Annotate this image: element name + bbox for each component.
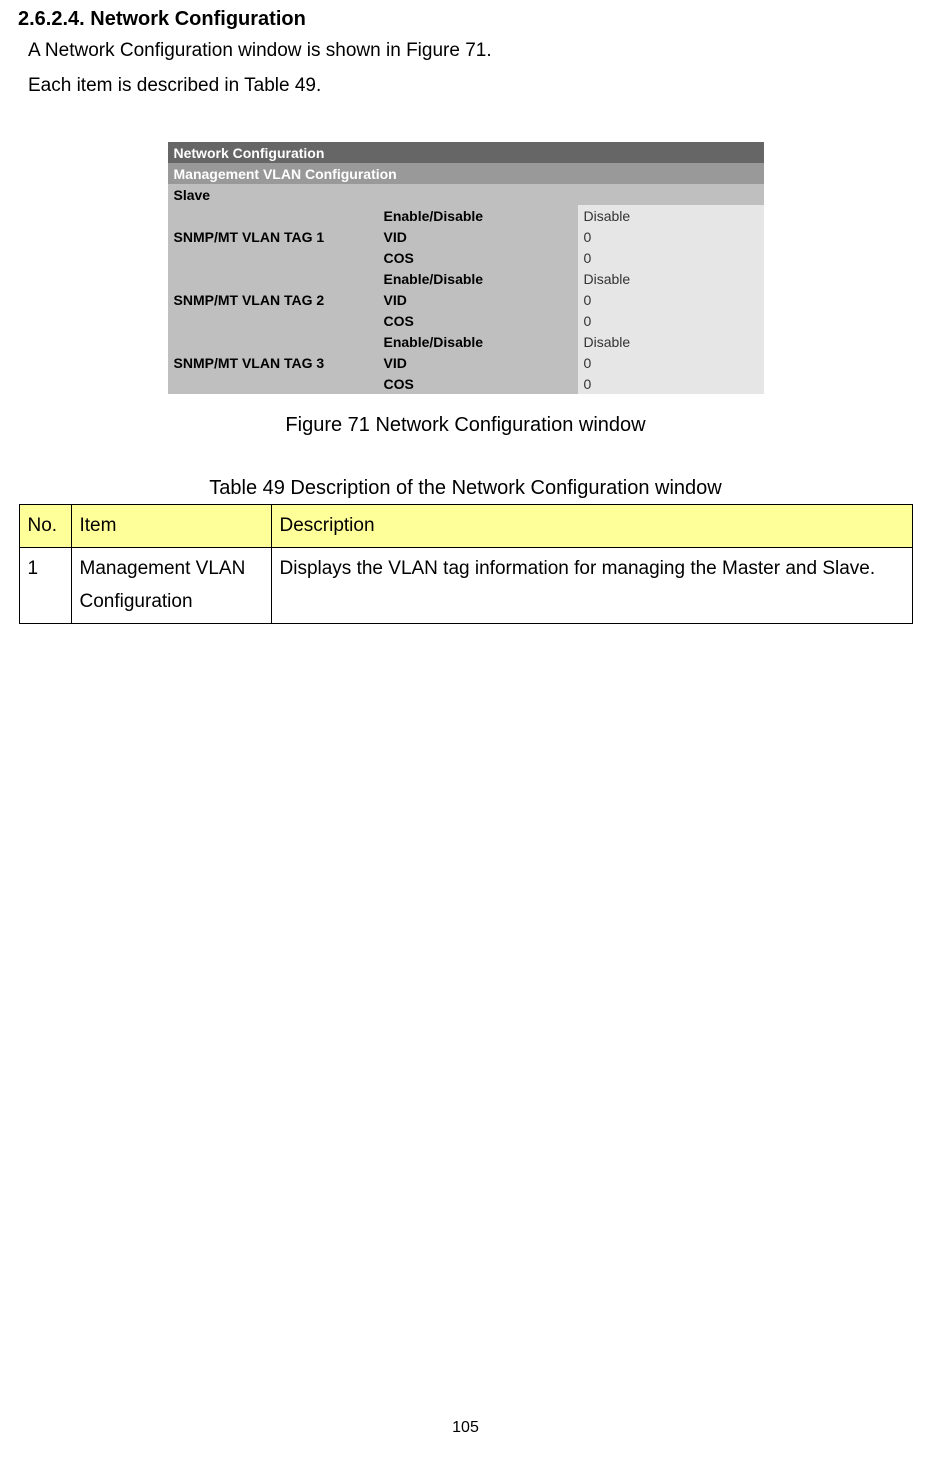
tag-3-row-0-label: Enable/Disable	[378, 331, 578, 352]
tag-1-row-0-label: Enable/Disable	[378, 205, 578, 226]
config-slave-header: Slave	[168, 184, 764, 205]
tag-2-row-0-value: Disable	[578, 268, 764, 289]
figure-container: Network Configuration Management VLAN Co…	[18, 142, 913, 394]
paragraph-1: A Network Configuration window is shown …	[18, 37, 913, 66]
desc-row-0-desc: Displays the VLAN tag information for ma…	[271, 548, 912, 624]
description-table: No. Item Description 1 Management VLAN C…	[19, 504, 913, 624]
desc-row-0-no: 1	[19, 548, 71, 624]
tag-3-row-1-label: VID	[378, 352, 578, 373]
config-title: Network Configuration	[168, 142, 764, 163]
figure-caption: Figure 71 Network Configuration window	[18, 414, 913, 437]
desc-row-0-item: Management VLAN Configuration	[71, 548, 271, 624]
table-caption: Table 49 Description of the Network Conf…	[18, 477, 913, 500]
desc-header-desc: Description	[271, 505, 912, 548]
tag-3-row-0-value: Disable	[578, 331, 764, 352]
tag-1-row-2-value: 0	[578, 247, 764, 268]
section-heading: 2.6.2.4. Network Configuration	[18, 8, 913, 31]
tag-3-row-2-value: 0	[578, 373, 764, 394]
tag-1-row-1-value: 0	[578, 226, 764, 247]
tag-2-row-0-label: Enable/Disable	[378, 268, 578, 289]
tag-1-name: SNMP/MT VLAN TAG 1	[168, 205, 378, 268]
desc-header-item: Item	[71, 505, 271, 548]
tag-3-name: SNMP/MT VLAN TAG 3	[168, 331, 378, 394]
tag-1-row-1-label: VID	[378, 226, 578, 247]
tag-2-name: SNMP/MT VLAN TAG 2	[168, 268, 378, 331]
network-config-table: Network Configuration Management VLAN Co…	[168, 142, 764, 394]
paragraph-2: Each item is described in Table 49.	[18, 72, 913, 101]
tag-2-row-2-label: COS	[378, 310, 578, 331]
desc-header-no: No.	[19, 505, 71, 548]
tag-1-row-2-label: COS	[378, 247, 578, 268]
tag-3-row-2-label: COS	[378, 373, 578, 394]
config-subtitle: Management VLAN Configuration	[168, 163, 764, 184]
page-number: 105	[0, 1419, 931, 1437]
table-row: 1 Management VLAN Configuration Displays…	[19, 548, 912, 624]
tag-2-row-2-value: 0	[578, 310, 764, 331]
tag-3-row-1-value: 0	[578, 352, 764, 373]
tag-2-row-1-label: VID	[378, 289, 578, 310]
tag-2-row-1-value: 0	[578, 289, 764, 310]
tag-1-row-0-value: Disable	[578, 205, 764, 226]
